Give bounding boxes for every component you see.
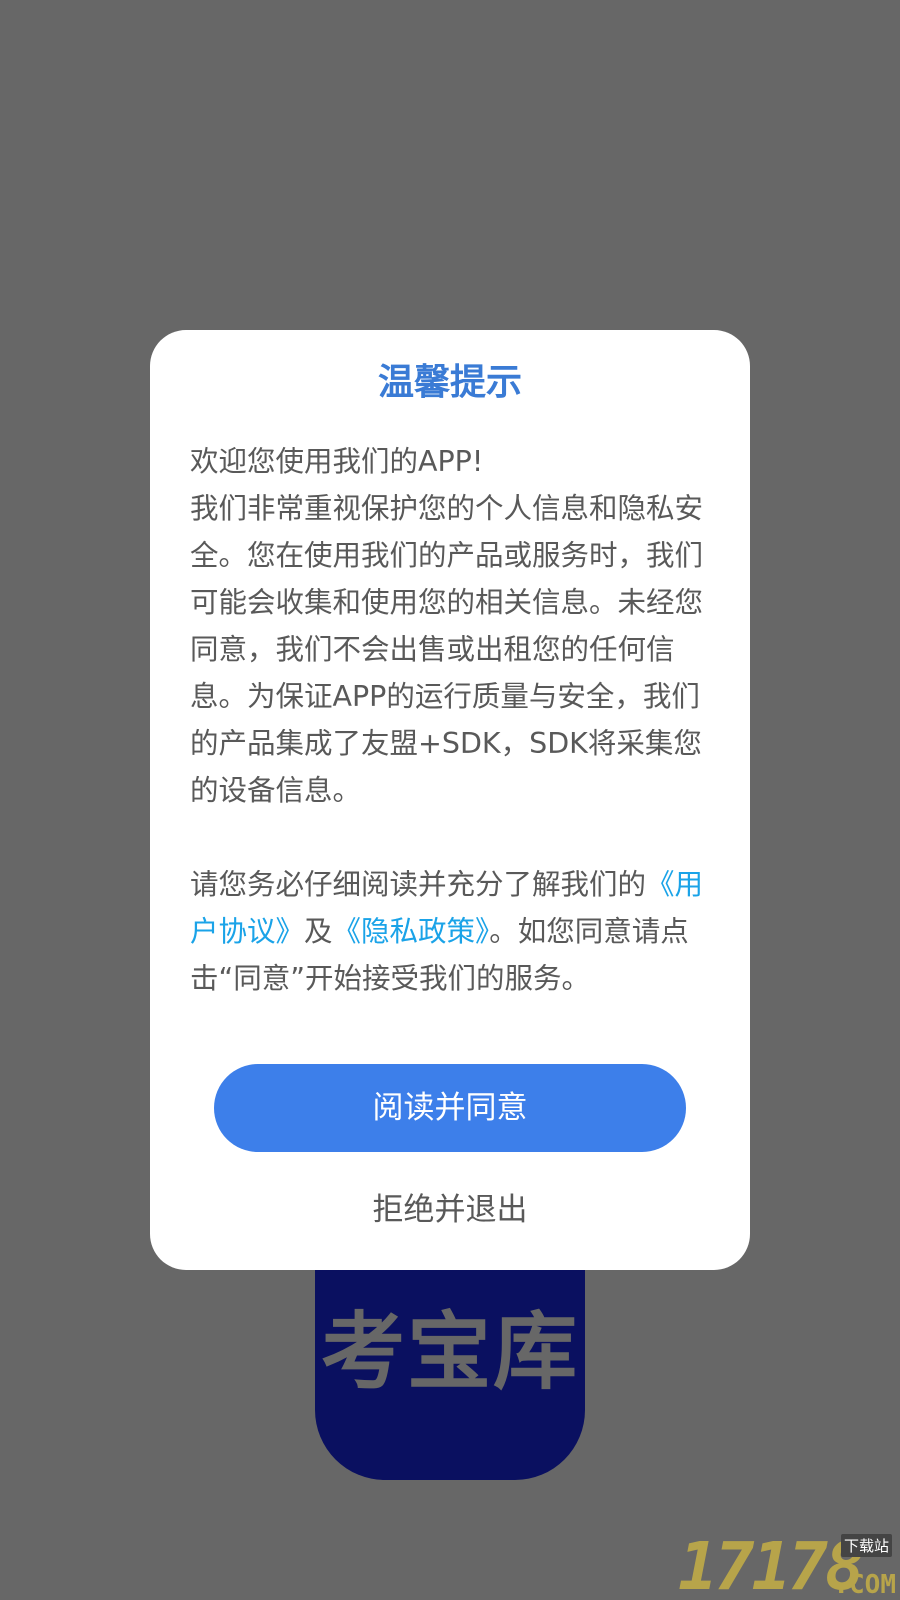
welcome-line: 欢迎您使用我们的APP!	[190, 445, 484, 479]
app-logo-text: 考宝库	[320, 1303, 579, 1401]
dialog-body: 欢迎您使用我们的APP! 我们非常重视保护您的个人信息和隐私安全。您在使用我们的…	[190, 438, 710, 1002]
reject-button[interactable]: 拒绝并退出	[214, 1170, 686, 1250]
dialog-title: 温馨提示	[377, 362, 522, 403]
agreement-paragraph: 请您务必仔细阅读并充分了解我们的《用户协议》及《隐私政策》。如您同意请点击“同意…	[190, 861, 710, 1002]
privacy-dialog: 温馨提示 欢迎您使用我们的APP! 我们非常重视保护您的个人信息和隐私安全。您在…	[150, 330, 750, 1270]
watermark-logo: 17178 下载站 .COM	[670, 1530, 900, 1600]
agree-button[interactable]: 阅读并同意	[214, 1064, 686, 1152]
watermark-domain: .COM	[833, 1570, 896, 1600]
privacy-policy-link[interactable]: 《隐私政策》	[333, 915, 490, 948]
privacy-statement: 我们非常重视保护您的个人信息和隐私安全。您在使用我们的产品或服务时，我们可能会收…	[190, 492, 704, 808]
watermark-site-label: 下载站	[840, 1534, 892, 1557]
agreement-prefix: 请您务必仔细阅读并充分了解我们的	[190, 868, 647, 902]
agreement-conjunction: 及	[304, 915, 333, 949]
